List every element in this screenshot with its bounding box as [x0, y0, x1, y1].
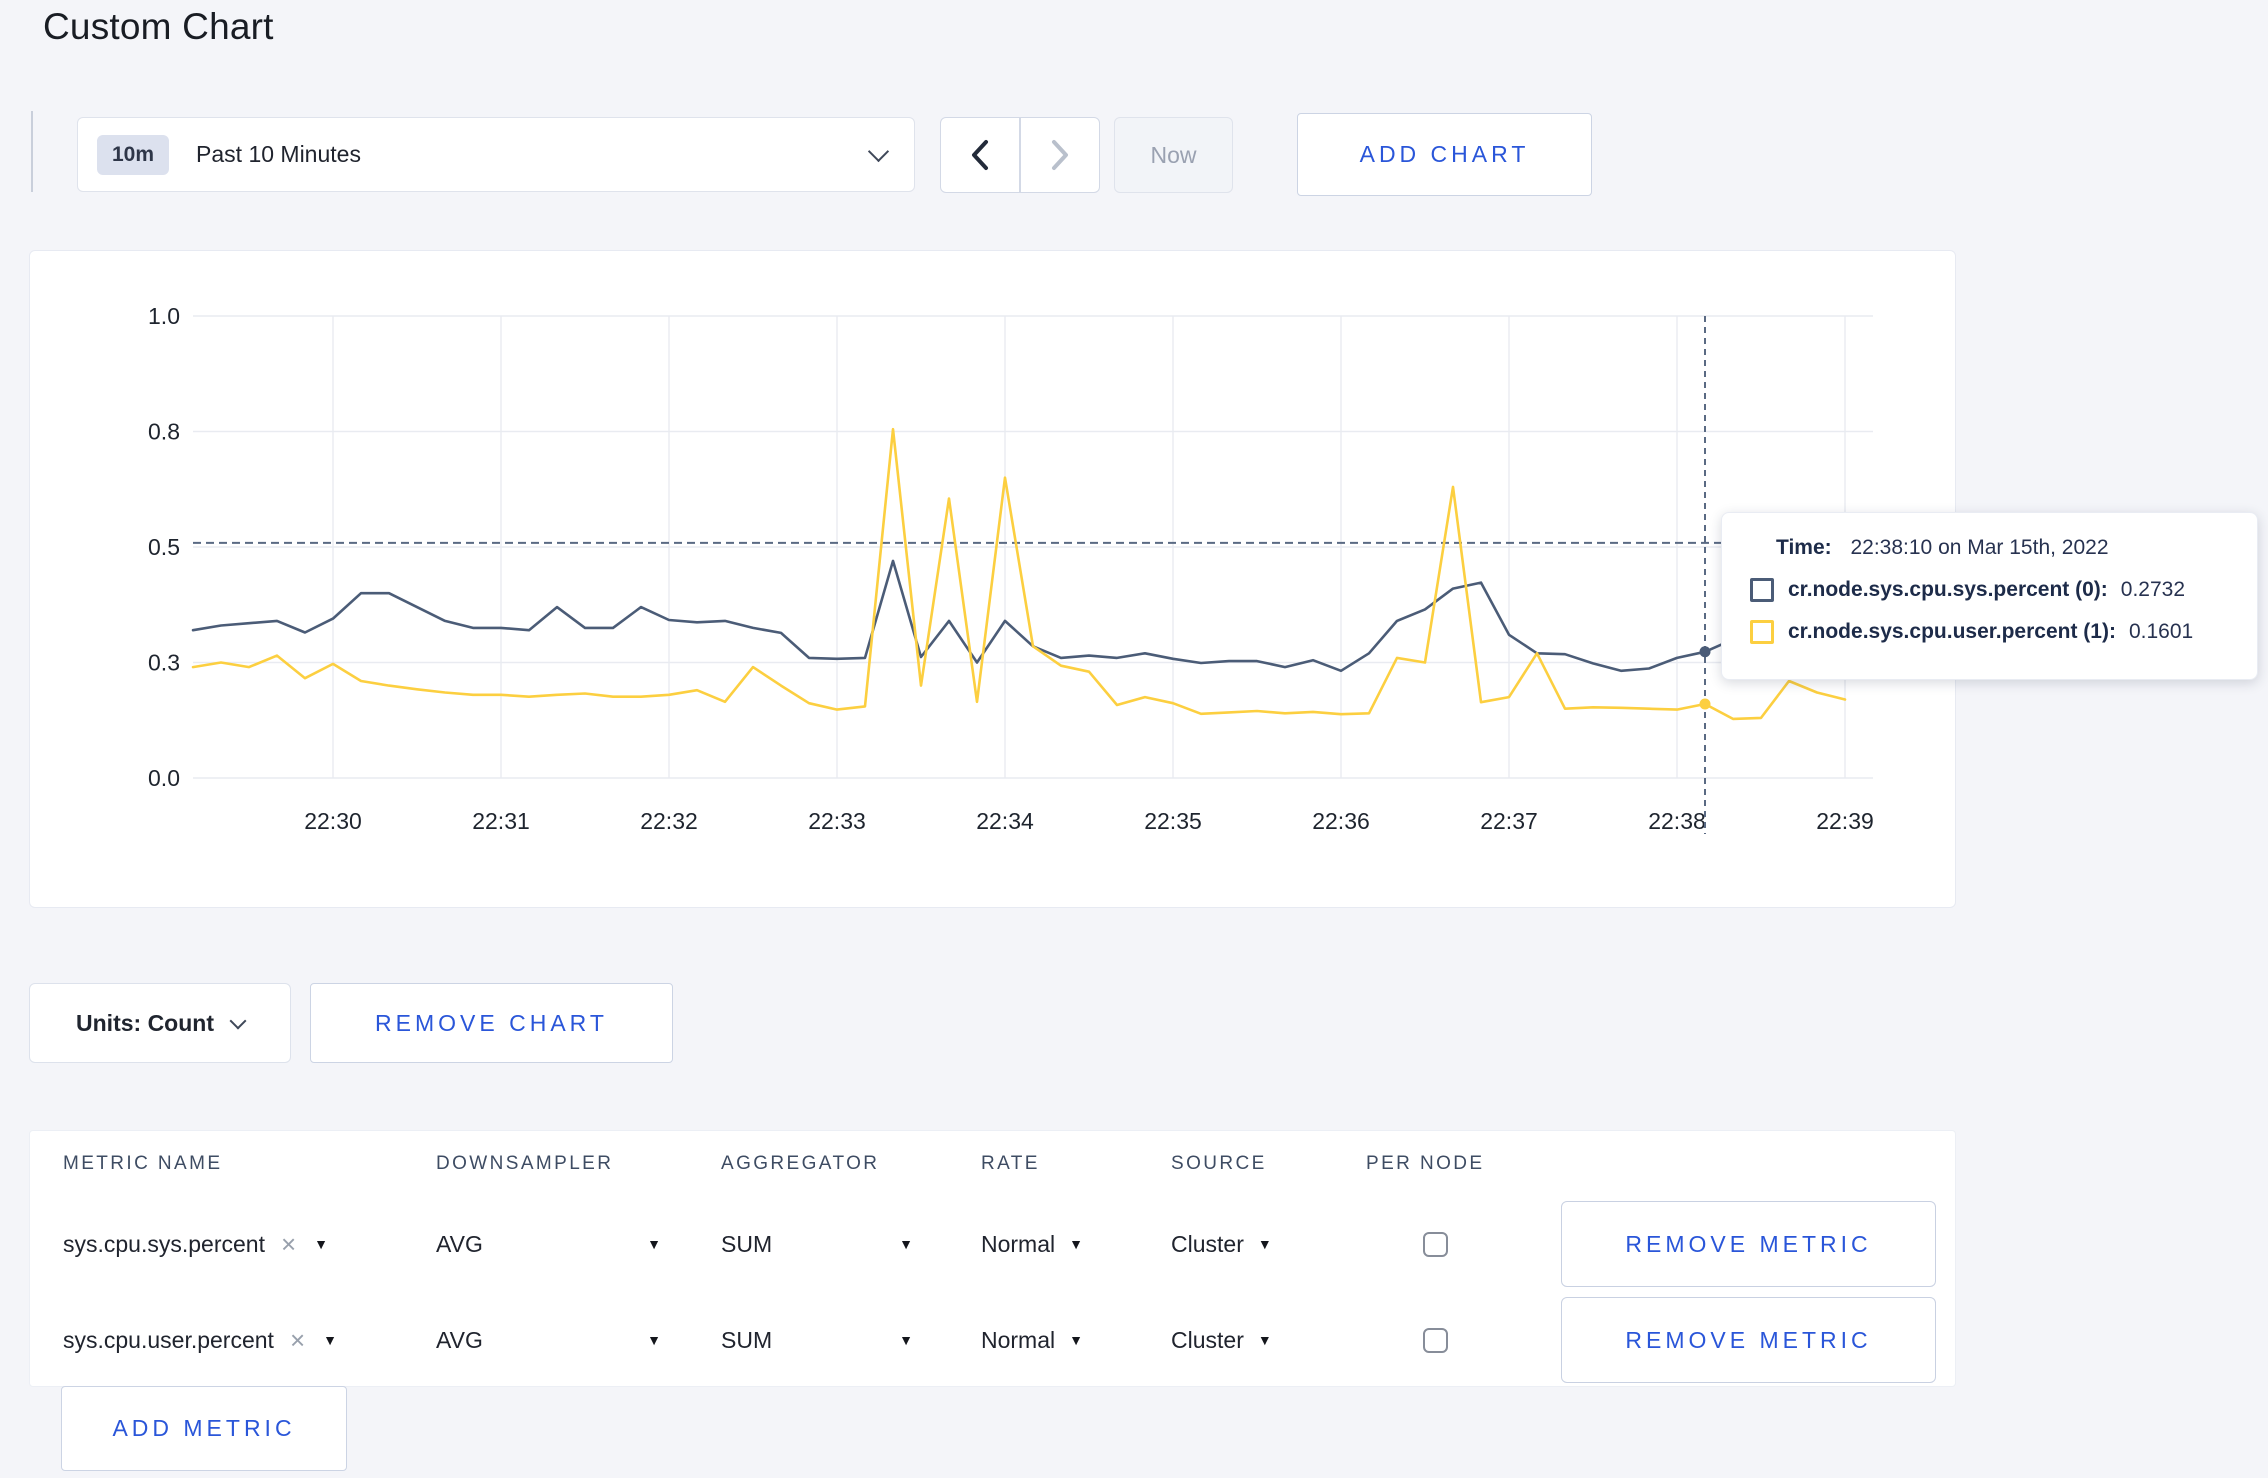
svg-text:22:30: 22:30	[304, 808, 362, 834]
units-select[interactable]: Units: Count	[29, 983, 291, 1063]
col-header-per-node: PER NODE	[1366, 1152, 1485, 1174]
dropdown-caret-icon[interactable]: ▼	[323, 1332, 337, 1348]
col-header-source: SOURCE	[1171, 1152, 1267, 1174]
col-header-downsampler: DOWNSAMPLER	[436, 1152, 614, 1174]
downsampler-value: AVG	[436, 1230, 483, 1257]
col-header-metric-name: METRIC NAME	[63, 1152, 223, 1174]
table-row: sys.cpu.user.percent × ▼ AVG ▼ SUM ▼ Nor…	[30, 1292, 1955, 1388]
aggregator-select[interactable]: SUM ▼	[721, 1327, 913, 1354]
chart-tooltip: Time: 22:38:10 on Mar 15th, 2022 cr.node…	[1721, 512, 2258, 680]
time-pager	[940, 117, 1100, 193]
svg-text:22:39: 22:39	[1816, 808, 1874, 834]
remove-chart-button[interactable]: REMOVE CHART	[310, 983, 673, 1063]
time-range-label: Past 10 Minutes	[196, 141, 361, 167]
remove-metric-button[interactable]: REMOVE METRIC	[1561, 1297, 1936, 1383]
svg-text:22:31: 22:31	[472, 808, 530, 834]
source-value: Cluster	[1171, 1326, 1244, 1353]
metric-name-value: sys.cpu.user.percent	[63, 1326, 274, 1353]
source-select[interactable]: Cluster ▼	[1171, 1231, 1366, 1258]
tooltip-user-label: cr.node.sys.cpu.user.percent (1):	[1788, 620, 2116, 643]
tooltip-series-row: cr.node.sys.cpu.sys.percent (0): 0.2732	[1750, 578, 2257, 602]
svg-text:1.0: 1.0	[148, 303, 180, 329]
tooltip-sys-label: cr.node.sys.cpu.sys.percent (0):	[1788, 578, 2108, 601]
metrics-table-header: METRIC NAME DOWNSAMPLER AGGREGATOR RATE …	[30, 1131, 1955, 1196]
clear-metric-icon[interactable]: ×	[281, 1229, 296, 1260]
metric-name-select[interactable]: sys.cpu.sys.percent × ▼	[63, 1229, 436, 1260]
units-label: Units: Count	[76, 1009, 214, 1036]
metrics-table: METRIC NAME DOWNSAMPLER AGGREGATOR RATE …	[29, 1130, 1956, 1387]
dropdown-caret-icon: ▼	[899, 1236, 913, 1252]
page-title: Custom Chart	[43, 6, 274, 47]
tooltip-time: Time: 22:38:10 on Mar 15th, 2022	[1776, 536, 2257, 560]
svg-text:0.0: 0.0	[148, 765, 180, 791]
add-chart-button[interactable]: ADD CHART	[1297, 113, 1592, 196]
time-next-button[interactable]	[1021, 118, 1099, 192]
svg-text:22:34: 22:34	[976, 808, 1034, 834]
remove-metric-button[interactable]: REMOVE METRIC	[1561, 1201, 1936, 1287]
add-metric-button[interactable]: ADD METRIC	[61, 1386, 347, 1471]
dropdown-caret-icon: ▼	[1257, 1236, 1272, 1252]
rate-value: Normal	[981, 1230, 1056, 1257]
tooltip-sys-value: 0.2732	[2120, 578, 2186, 601]
time-prev-button[interactable]	[941, 118, 1019, 192]
source-value: Cluster	[1171, 1230, 1244, 1257]
sys-series-swatch-icon	[1750, 578, 1774, 602]
rate-value: Normal	[981, 1326, 1056, 1353]
aggregator-value: SUM	[721, 1230, 773, 1257]
rate-select[interactable]: Normal ▼	[981, 1327, 1171, 1354]
source-select[interactable]: Cluster ▼	[1171, 1327, 1366, 1354]
col-header-aggregator: AGGREGATOR	[721, 1152, 880, 1174]
clear-metric-icon[interactable]: ×	[290, 1325, 305, 1356]
aggregator-value: SUM	[721, 1326, 773, 1353]
table-row: sys.cpu.sys.percent × ▼ AVG ▼ SUM ▼ Norm…	[30, 1196, 1955, 1292]
svg-text:22:32: 22:32	[640, 808, 698, 834]
tooltip-time-value: 22:38:10 on Mar 15th, 2022	[1850, 536, 2109, 559]
per-node-checkbox[interactable]	[1423, 1327, 1448, 1353]
metric-name-value: sys.cpu.sys.percent	[63, 1230, 265, 1257]
tooltip-user-value: 0.1601	[2128, 620, 2194, 643]
dropdown-caret-icon: ▼	[647, 1332, 661, 1348]
svg-text:22:36: 22:36	[1312, 808, 1370, 834]
time-range-selector[interactable]: 10m Past 10 Minutes	[77, 117, 915, 192]
svg-text:0.3: 0.3	[148, 650, 180, 676]
downsampler-value: AVG	[436, 1326, 483, 1353]
svg-text:22:38: 22:38	[1648, 808, 1706, 834]
chevron-down-icon	[229, 1012, 247, 1029]
dropdown-caret-icon: ▼	[1069, 1236, 1083, 1252]
dropdown-caret-icon: ▼	[899, 1332, 913, 1348]
downsampler-select[interactable]: AVG ▼	[436, 1327, 661, 1354]
chevron-left-icon	[972, 140, 989, 170]
dropdown-caret-icon[interactable]: ▼	[314, 1236, 328, 1252]
aggregator-select[interactable]: SUM ▼	[721, 1231, 913, 1258]
chart-card: 0.0 0.3 0.5 0.8 1.0 22:30 22:31 22:32 22:33 22:34…	[29, 250, 1956, 908]
cpu-line-chart[interactable]: 0.0 0.3 0.5 0.8 1.0 22:30 22:31 22:32 22:33 22:34…	[30, 251, 1953, 905]
toolbar-divider	[31, 111, 33, 192]
tooltip-time-label: Time:	[1776, 536, 1832, 559]
chevron-down-icon	[867, 140, 890, 163]
svg-text:0.5: 0.5	[148, 534, 180, 560]
metric-name-select[interactable]: sys.cpu.user.percent × ▼	[63, 1325, 436, 1356]
svg-text:22:33: 22:33	[808, 808, 866, 834]
dropdown-caret-icon: ▼	[1069, 1332, 1083, 1348]
per-node-checkbox[interactable]	[1423, 1231, 1448, 1257]
svg-text:0.8: 0.8	[148, 419, 180, 445]
time-range-badge: 10m	[97, 134, 170, 175]
chevron-right-icon	[1051, 140, 1068, 170]
downsampler-select[interactable]: AVG ▼	[436, 1231, 661, 1258]
now-button[interactable]: Now	[1114, 117, 1233, 193]
rate-select[interactable]: Normal ▼	[981, 1231, 1171, 1258]
dropdown-caret-icon: ▼	[647, 1236, 661, 1252]
svg-text:22:35: 22:35	[1144, 808, 1202, 834]
col-header-rate: RATE	[981, 1152, 1040, 1174]
dropdown-caret-icon: ▼	[1257, 1332, 1272, 1348]
tooltip-series-row: cr.node.sys.cpu.user.percent (1): 0.1601	[1750, 620, 2257, 644]
svg-text:22:37: 22:37	[1480, 808, 1538, 834]
custom-chart-page: Custom Chart 10m Past 10 Minutes Now ADD…	[0, 0, 2268, 1478]
user-series-swatch-icon	[1750, 620, 1774, 644]
